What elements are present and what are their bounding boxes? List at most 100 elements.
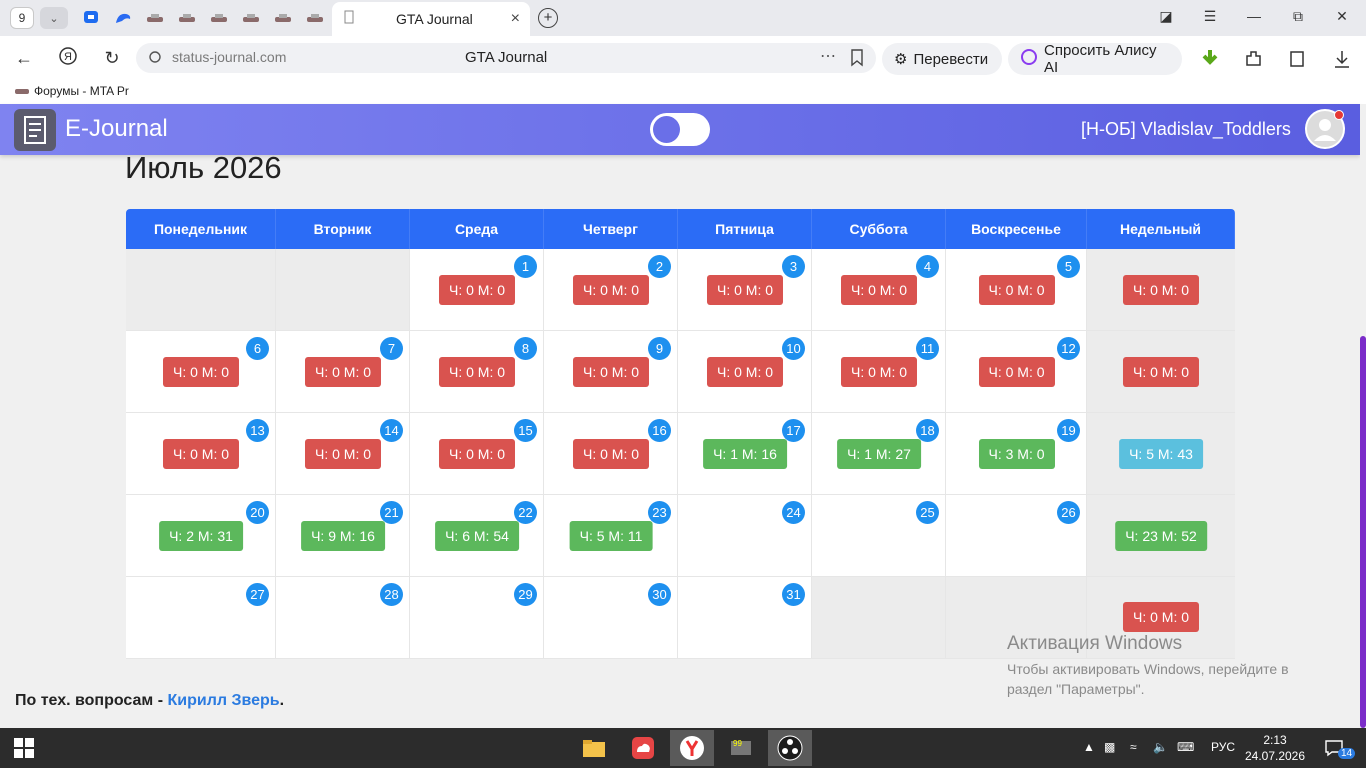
volume-icon[interactable]: 🔈 bbox=[1153, 740, 1168, 754]
theme-toggle[interactable] bbox=[650, 113, 710, 146]
forum-tab-icon[interactable] bbox=[144, 8, 166, 28]
close-tab-icon[interactable]: × bbox=[511, 10, 520, 28]
minimize-icon[interactable]: — bbox=[1242, 8, 1266, 24]
day-time-badge: Ч: 3 М: 0 bbox=[978, 439, 1055, 469]
day-cell[interactable]: 24 bbox=[678, 495, 812, 577]
yandex-browser-icon[interactable] bbox=[670, 730, 714, 766]
day-cell[interactable]: 25 bbox=[812, 495, 946, 577]
day-cell[interactable]: 17 Ч: 1 М: 16 bbox=[678, 413, 812, 495]
windows-start-icon[interactable] bbox=[14, 738, 34, 758]
weekday-header: Воскресенье bbox=[946, 209, 1087, 249]
cloud-tab-icon[interactable] bbox=[112, 8, 134, 28]
day-cell[interactable]: 8 Ч: 0 М: 0 bbox=[410, 331, 544, 413]
day-time-badge: Ч: 0 М: 0 bbox=[978, 357, 1055, 387]
day-cell[interactable]: 11 Ч: 0 М: 0 bbox=[812, 331, 946, 413]
support-footer: По тех. вопросам - Кирилл Зверь. bbox=[15, 692, 284, 710]
day-cell[interactable]: 14 Ч: 0 М: 0 bbox=[276, 413, 410, 495]
clock[interactable]: 2:13 24.07.2026 bbox=[1240, 732, 1310, 764]
forum-tab-icon[interactable] bbox=[208, 8, 230, 28]
day-cell[interactable]: 3 Ч: 0 М: 0 bbox=[678, 249, 812, 331]
menu-icon[interactable]: ☰ bbox=[1198, 8, 1222, 25]
day-cell[interactable]: 15 Ч: 0 М: 0 bbox=[410, 413, 544, 495]
weekly-total-badge: Ч: 0 М: 0 bbox=[1122, 602, 1200, 632]
username[interactable]: [Н-ОБ] Vladislav_Toddlers bbox=[1081, 119, 1291, 140]
restore-icon[interactable]: ⧉ bbox=[1286, 8, 1310, 25]
downloads-icon[interactable] bbox=[1331, 48, 1353, 70]
day-cell[interactable]: 28 bbox=[276, 577, 410, 659]
download-green-icon[interactable] bbox=[1199, 48, 1221, 70]
more-icon[interactable]: ⋯ bbox=[820, 46, 836, 66]
game-app-icon[interactable]: 99 bbox=[719, 730, 763, 766]
messenger-icon[interactable] bbox=[80, 8, 102, 28]
activation-text: Чтобы активировать Windows, перейдите в … bbox=[1007, 661, 1289, 697]
collections-icon[interactable] bbox=[1287, 48, 1309, 70]
new-tab-button[interactable]: + bbox=[538, 8, 558, 28]
tab-counter[interactable]: 9 bbox=[10, 7, 34, 29]
empty-cell bbox=[126, 249, 276, 331]
omnibox[interactable]: status-journal.com GTA Journal ⋯ bbox=[136, 43, 876, 73]
support-link[interactable]: Кирилл Зверь bbox=[167, 692, 279, 709]
day-cell[interactable]: 6 Ч: 0 М: 0 bbox=[126, 331, 276, 413]
day-cell[interactable]: 5 Ч: 0 М: 0 bbox=[946, 249, 1087, 331]
alice-label: Спросить Алису AI bbox=[1044, 42, 1157, 76]
language-indicator[interactable]: РУС bbox=[1211, 740, 1235, 754]
day-cell[interactable]: 22 Ч: 6 М: 54 bbox=[410, 495, 544, 577]
tab-manager-icon[interactable]: ◪ bbox=[1154, 8, 1178, 25]
day-cell[interactable]: 19 Ч: 3 М: 0 bbox=[946, 413, 1087, 495]
journal-logo-icon[interactable] bbox=[14, 109, 56, 151]
wifi-icon[interactable]: ≈ bbox=[1130, 740, 1137, 754]
day-cell[interactable]: 20 Ч: 2 М: 31 bbox=[126, 495, 276, 577]
day-cell[interactable]: 31 bbox=[678, 577, 812, 659]
day-cell[interactable]: 26 bbox=[946, 495, 1087, 577]
cloud-app-icon[interactable] bbox=[621, 730, 665, 766]
close-window-icon[interactable]: ✕ bbox=[1330, 8, 1354, 25]
day-cell[interactable]: 29 bbox=[410, 577, 544, 659]
day-cell[interactable]: 16 Ч: 0 М: 0 bbox=[544, 413, 678, 495]
day-cell[interactable]: 12 Ч: 0 М: 0 bbox=[946, 331, 1087, 413]
bookmark-forum[interactable]: Форумы - MTA Pr bbox=[14, 84, 129, 98]
day-cell[interactable]: 1 Ч: 0 М: 0 bbox=[410, 249, 544, 331]
day-cell[interactable]: 10 Ч: 0 М: 0 bbox=[678, 331, 812, 413]
network-device-icon[interactable]: ▩ bbox=[1104, 740, 1115, 754]
notification-center-icon[interactable]: 14 bbox=[1316, 730, 1356, 766]
forum-tab-icon[interactable] bbox=[176, 8, 198, 28]
day-cell[interactable]: 27 bbox=[126, 577, 276, 659]
scrollbar-thumb[interactable] bbox=[1360, 336, 1366, 728]
reload-icon[interactable]: ↻ bbox=[100, 46, 124, 70]
yandex-icon[interactable]: Я bbox=[56, 46, 80, 70]
weekly-total-badge: Ч: 23 М: 52 bbox=[1115, 521, 1207, 551]
back-icon[interactable]: ← bbox=[12, 46, 36, 70]
ask-alice-button[interactable]: Спросить Алису AI bbox=[1008, 42, 1182, 76]
forum-tab-icon[interactable] bbox=[240, 8, 262, 28]
url-text[interactable]: status-journal.com bbox=[172, 49, 286, 65]
forum-tab-icon[interactable] bbox=[304, 8, 326, 28]
day-number: 26 bbox=[1057, 501, 1080, 524]
extensions-icon[interactable] bbox=[1243, 48, 1265, 70]
day-cell[interactable]: 30 bbox=[544, 577, 678, 659]
day-cell[interactable]: 2 Ч: 0 М: 0 bbox=[544, 249, 678, 331]
active-tab[interactable]: GTA Journal × bbox=[332, 2, 530, 36]
day-cell[interactable]: 21 Ч: 9 М: 16 bbox=[276, 495, 410, 577]
tab-list-chevron-icon[interactable]: ⌄ bbox=[40, 7, 68, 29]
day-cell[interactable]: 7 Ч: 0 М: 0 bbox=[276, 331, 410, 413]
obs-icon[interactable] bbox=[768, 730, 812, 766]
day-time-badge: Ч: 0 М: 0 bbox=[162, 357, 240, 387]
day-cell[interactable]: 23 Ч: 5 М: 11 bbox=[544, 495, 678, 577]
day-cell[interactable]: 18 Ч: 1 М: 27 bbox=[812, 413, 946, 495]
activation-title: Активация Windows bbox=[1007, 633, 1183, 654]
day-cell[interactable]: 9 Ч: 0 М: 0 bbox=[544, 331, 678, 413]
translate-button[interactable]: ⚙ Перевести bbox=[882, 43, 1002, 75]
site-info-icon[interactable] bbox=[148, 50, 162, 64]
keyboard-icon[interactable]: ⌨ bbox=[1177, 740, 1194, 754]
day-cell[interactable]: 13 Ч: 0 М: 0 bbox=[126, 413, 276, 495]
forum-tab-icon[interactable] bbox=[272, 8, 294, 28]
brand-title[interactable]: E-Journal bbox=[65, 115, 168, 143]
bookmark-icon[interactable] bbox=[850, 49, 864, 67]
day-cell[interactable]: 4 Ч: 0 М: 0 bbox=[812, 249, 946, 331]
page-title-text: GTA Journal bbox=[465, 49, 548, 66]
clock-time: 2:13 bbox=[1263, 733, 1287, 747]
support-prefix: По тех. вопросам - bbox=[15, 692, 168, 709]
file-explorer-icon[interactable] bbox=[572, 730, 616, 766]
tray-chevron-icon[interactable]: ▲ bbox=[1083, 740, 1095, 754]
weekly-total-badge: Ч: 5 М: 43 bbox=[1119, 439, 1203, 469]
